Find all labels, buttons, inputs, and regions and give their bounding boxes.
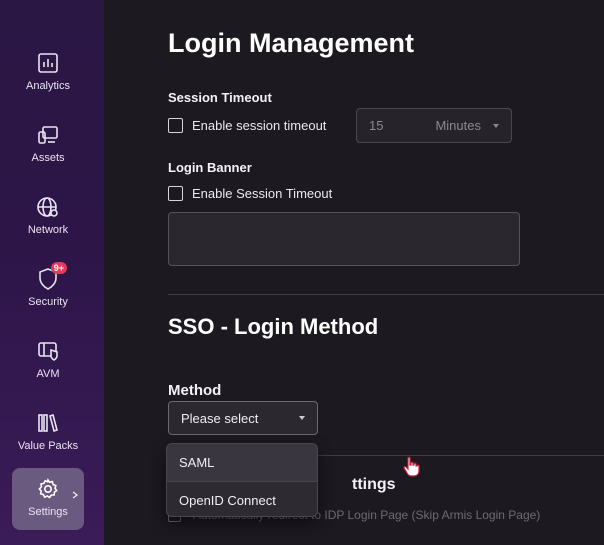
chevron-right-icon — [72, 491, 79, 499]
session-timeout-checkbox[interactable] — [168, 118, 183, 133]
hand-pointer-icon — [403, 456, 420, 477]
section-divider — [168, 294, 604, 295]
sidebar-item-label: AVM — [36, 368, 60, 380]
session-timeout-checkbox-label: Enable session timeout — [192, 118, 327, 133]
sidebar: Analytics Assets Network 9+ Security AVM… — [0, 0, 104, 545]
sidebar-item-assets[interactable]: Assets — [12, 114, 84, 176]
sidebar-item-network[interactable]: Network — [12, 186, 84, 248]
analytics-icon — [35, 50, 61, 76]
option-openid-connect[interactable]: OpenID Connect — [167, 481, 317, 516]
login-banner-textarea[interactable] — [168, 212, 520, 266]
sidebar-item-analytics[interactable]: Analytics — [12, 42, 84, 104]
session-timeout-value: 15 — [369, 118, 384, 133]
sidebar-item-label: Network — [27, 224, 69, 236]
login-banner-row: Enable Session Timeout — [168, 186, 332, 201]
method-dropdown-menu: SAML OpenID Connect — [166, 443, 318, 517]
sidebar-item-avm[interactable]: AVM — [12, 330, 84, 392]
method-label: Method — [168, 382, 222, 399]
method-select-value: Please select — [181, 410, 259, 426]
chevron-down-icon — [493, 123, 499, 128]
option-saml[interactable]: SAML — [167, 444, 317, 481]
gear-icon — [35, 476, 61, 502]
sidebar-item-label: Analytics — [25, 80, 71, 92]
sso-settings-title: ttings — [352, 476, 396, 493]
network-icon — [35, 194, 61, 220]
session-timeout-unit: Minutes — [435, 118, 481, 133]
value-packs-icon — [35, 410, 61, 436]
security-badge: 9+ — [50, 262, 67, 274]
sidebar-item-label: Value Packs — [17, 440, 79, 452]
login-banner-label: Login Banner — [168, 160, 252, 175]
session-timeout-label: Session Timeout — [168, 90, 272, 105]
login-banner-checkbox[interactable] — [168, 186, 183, 201]
page-title: Login Management — [168, 28, 415, 58]
sidebar-item-value-packs[interactable]: Value Packs — [12, 402, 84, 464]
sidebar-item-label: Assets — [31, 152, 65, 164]
chevron-down-icon — [299, 416, 305, 420]
assets-icon — [35, 122, 61, 148]
security-icon: 9+ — [35, 262, 67, 292]
main-content: Login Management Session Timeout Enable … — [104, 0, 604, 545]
login-banner-checkbox-label: Enable Session Timeout — [192, 186, 333, 201]
session-timeout-row: Enable session timeout — [168, 118, 326, 133]
session-timeout-select: 15 Minutes — [356, 108, 512, 143]
sso-title: SSO - Login Method — [168, 314, 379, 339]
method-select[interactable]: Please select — [168, 401, 318, 435]
sidebar-item-label: Settings — [28, 506, 68, 518]
avm-icon — [35, 338, 61, 364]
sidebar-item-label: Security — [28, 296, 68, 308]
section-divider — [318, 455, 604, 456]
sidebar-item-security[interactable]: 9+ Security — [12, 258, 84, 320]
sidebar-item-settings[interactable]: Settings — [12, 468, 84, 530]
